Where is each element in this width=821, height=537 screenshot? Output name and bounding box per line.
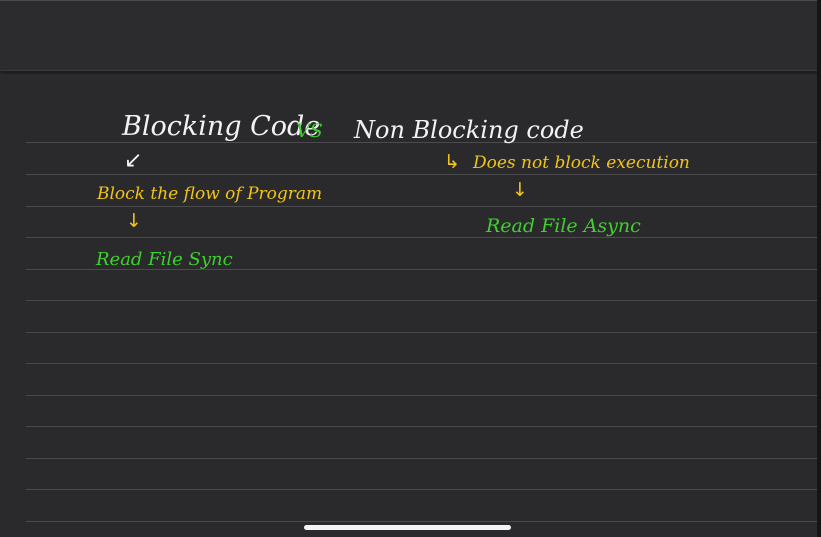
ruled-line (26, 174, 818, 175)
hook-right-arrow-icon: ↳ (444, 151, 460, 173)
down-arrow-icon: ↓ (512, 179, 528, 201)
ruled-line (26, 395, 818, 396)
ruled-line (26, 332, 818, 333)
screen-edge (817, 0, 821, 537)
ruled-line (26, 489, 818, 490)
ruled-line (26, 237, 818, 238)
ruled-line (26, 206, 818, 207)
heading-blocking-code: Blocking Code (122, 111, 321, 142)
down-arrow-icon: ↙ (124, 148, 143, 173)
ruled-line (26, 363, 818, 364)
left-note-read-file-sync: Read File Sync (96, 249, 233, 270)
home-indicator-bar[interactable] (304, 525, 511, 530)
toolbar-area (0, 0, 821, 71)
right-note-read-file-async: Read File Async (486, 215, 641, 237)
toolbar-top-divider (0, 0, 821, 1)
ruled-line (26, 426, 818, 427)
ruled-line (26, 521, 818, 522)
down-arrow-icon: ↓ (126, 210, 142, 232)
right-note-does-not-block: Does not block execution (473, 153, 690, 173)
left-note-block-flow: Block the flow of Program (97, 184, 323, 204)
heading-vs: VS (296, 120, 323, 142)
heading-non-blocking-code: Non Blocking code (354, 116, 584, 144)
ruled-line (26, 300, 818, 301)
ruled-line (26, 458, 818, 459)
notes-app-screen: Blocking Code VS Non Blocking code ↙ Blo… (0, 0, 821, 537)
